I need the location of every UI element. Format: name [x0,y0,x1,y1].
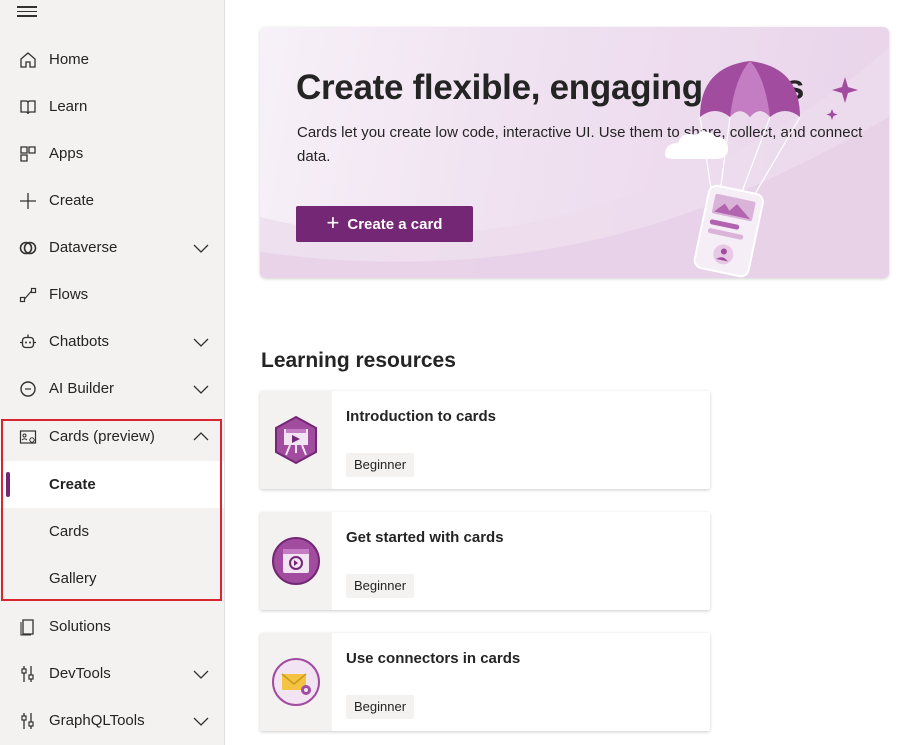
level-badge: Beginner [346,453,415,477]
nav-label-chatbots: Chatbots [49,333,110,350]
learning-card-thumb [260,633,332,731]
nav-item-solutions[interactable]: Solutions [0,603,224,650]
nav-item-apps[interactable]: Apps [0,130,224,177]
nav-label-create: Create [49,192,95,209]
book-icon [18,97,38,117]
nav-label-dataverse: Dataverse [49,239,118,256]
chatbot-icon [18,332,38,352]
learning-card-thumb [260,512,332,610]
chevron-down-icon[interactable] [192,239,210,257]
learning-resources-title: Learning resources [261,349,456,372]
plus-icon: + [326,210,340,235]
nav-item-ai-builder[interactable]: AI Builder [0,365,224,412]
nav-label-learn: Learn [49,98,88,115]
create-a-card-button[interactable]: + Create a card [296,206,473,242]
solutions-icon [18,617,38,637]
left-nav: Home Learn Apps Create Dataverse Flows C… [0,0,225,745]
nav-item-chatbots[interactable]: Chatbots [0,318,224,365]
nav-item-devtools[interactable]: DevTools [0,650,224,697]
learning-card-introduction[interactable]: Introduction to cards Beginner [260,391,710,489]
hamburger-icon[interactable] [17,4,37,18]
nav-item-home[interactable]: Home [0,36,224,83]
dataverse-icon [18,238,38,258]
card-sync-icon [272,537,320,585]
graphqltools-icon [18,711,38,731]
learning-card-thumb [260,391,332,489]
cards-icon [18,427,38,447]
mail-connector-icon [272,658,320,706]
nav-label-ai-builder: AI Builder [49,380,115,397]
chevron-down-icon[interactable] [192,380,210,398]
nav-label-devtools: DevTools [49,665,111,682]
nav-subitem-create[interactable]: Create [0,461,224,508]
flows-icon [18,285,38,305]
nav-item-cards-preview[interactable]: Cards (preview) [0,413,224,460]
nav-sublabel-create: Create [49,476,96,493]
plus-icon [18,191,38,211]
nav-item-create[interactable]: Create [0,177,224,224]
nav-item-graphqltools[interactable]: GraphQLTools [0,697,224,744]
nav-label-cards-preview: Cards (preview) [49,428,155,445]
nav-sublabel-cards: Cards [49,523,90,540]
home-icon [18,50,38,70]
active-indicator [6,472,10,497]
presentation-icon [275,415,317,465]
chevron-down-icon[interactable] [192,665,210,683]
learning-card-connectors[interactable]: Use connectors in cards Beginner [260,633,710,731]
chevron-down-icon[interactable] [192,712,210,730]
parachute-card-illustration [665,61,858,278]
nav-subitem-cards[interactable]: Cards [0,508,224,555]
learning-card-title: Get started with cards [346,529,504,546]
learning-card-title: Use connectors in cards [346,650,521,667]
nav-label-solutions: Solutions [49,618,111,635]
learning-card-get-started[interactable]: Get started with cards Beginner [260,512,710,610]
hero-banner: Create flexible, engaging cards Cards le… [260,27,889,278]
nav-label-graphqltools: GraphQLTools [49,712,145,729]
nav-item-dataverse[interactable]: Dataverse [0,224,224,271]
nav-label-home: Home [49,51,90,68]
level-badge: Beginner [346,695,415,719]
nav-subitem-gallery[interactable]: Gallery [0,555,224,602]
nav-label-flows: Flows [49,286,89,303]
create-a-card-label: Create a card [347,215,443,233]
app-root: Home Learn Apps Create Dataverse Flows C… [0,0,903,745]
nav-sublabel-gallery: Gallery [49,570,97,587]
learning-card-title: Introduction to cards [346,408,496,425]
devtools-icon [18,664,38,684]
chevron-up-icon[interactable] [192,428,210,446]
apps-icon [18,144,38,164]
nav-item-flows[interactable]: Flows [0,271,224,318]
chevron-down-icon[interactable] [192,333,210,351]
ai-builder-icon [18,379,38,399]
level-badge: Beginner [346,574,415,598]
nav-item-learn[interactable]: Learn [0,83,224,130]
nav-label-apps: Apps [49,145,84,162]
